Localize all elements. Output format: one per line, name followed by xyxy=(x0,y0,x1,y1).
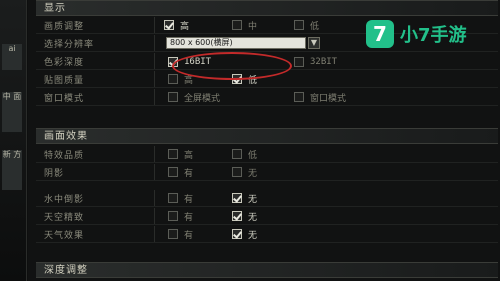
option-on[interactable]: 有 xyxy=(168,192,194,205)
row-label: 阴影 xyxy=(44,169,65,179)
option-on[interactable]: 有 xyxy=(168,210,194,223)
sidebar-fragment: 中 面 xyxy=(2,92,22,132)
checkbox-checked[interactable] xyxy=(164,20,174,30)
option-label: 全屏模式 xyxy=(184,93,221,104)
row-label: 水中倒影 xyxy=(44,195,85,205)
watermark-logo: 7 小7手游 xyxy=(366,18,494,50)
option-on[interactable]: 有 xyxy=(168,228,194,241)
option-off[interactable]: 无 xyxy=(232,228,258,241)
row-label: 特效品质 xyxy=(44,151,85,161)
option-32bit[interactable]: 32BIT xyxy=(294,56,337,68)
row-label: 选择分辨率 xyxy=(44,40,95,50)
option-label: 无 xyxy=(248,168,258,179)
checkbox[interactable] xyxy=(168,229,178,239)
row-label: 贴图质量 xyxy=(44,76,85,86)
row-label: 天气效果 xyxy=(44,231,85,241)
option-label: 低 xyxy=(310,21,320,32)
checkbox[interactable] xyxy=(232,149,242,159)
option-on[interactable]: 有 xyxy=(168,166,194,179)
option-label: 无 xyxy=(248,194,258,205)
logo-text: 小7手游 xyxy=(400,25,467,46)
checkbox-checked[interactable] xyxy=(232,193,242,203)
option-label: 有 xyxy=(184,194,194,205)
option-off[interactable]: 无 xyxy=(232,210,258,223)
checkbox[interactable] xyxy=(168,92,178,102)
option-high[interactable]: 高 xyxy=(168,148,194,161)
option-label: 有 xyxy=(184,230,194,241)
checkbox[interactable] xyxy=(232,20,242,30)
row-window-mode: 窗口模式 全屏模式 窗口模式 xyxy=(36,89,498,106)
sidebar-fragment: 新 方 xyxy=(2,150,22,190)
row-label: 天空精致 xyxy=(44,213,85,223)
resolution-select[interactable]: 800 x 600(横屏) xyxy=(166,37,306,49)
option-medium[interactable]: 中 xyxy=(232,19,258,32)
row-shadow: 阴影 有 无 xyxy=(36,164,498,181)
checkbox[interactable] xyxy=(294,57,304,67)
checkbox[interactable] xyxy=(294,92,304,102)
row-label: 窗口模式 xyxy=(44,94,85,104)
option-label: 高 xyxy=(180,21,190,32)
option-label: 无 xyxy=(248,212,258,223)
option-windowed[interactable]: 窗口模式 xyxy=(294,91,347,104)
section-depth-title: 深度调整 xyxy=(36,262,498,278)
checkbox[interactable] xyxy=(168,193,178,203)
option-low[interactable]: 低 xyxy=(232,148,258,161)
section-display-title: 显示 xyxy=(36,0,498,16)
checkbox[interactable] xyxy=(168,74,178,84)
sidebar-fragment: ai xyxy=(2,44,22,70)
checkbox[interactable] xyxy=(232,167,242,177)
row-sky-detail: 天空精致 有 无 xyxy=(36,208,498,225)
row-water-reflection: 水中倒影 有 无 xyxy=(36,190,498,207)
option-fullscreen[interactable]: 全屏模式 xyxy=(168,91,221,104)
checkbox-checked[interactable] xyxy=(232,229,242,239)
option-low[interactable]: 低 xyxy=(294,19,320,32)
row-label: 色彩深度 xyxy=(44,58,85,68)
checkbox[interactable] xyxy=(168,149,178,159)
option-label: 低 xyxy=(248,150,258,161)
logo-mark: 7 xyxy=(366,20,394,48)
checkbox-checked[interactable] xyxy=(232,211,242,221)
highlight-circle xyxy=(172,52,292,80)
option-label: 无 xyxy=(248,230,258,241)
option-high[interactable]: 高 xyxy=(164,19,190,32)
row-weather: 天气效果 有 无 xyxy=(36,226,498,243)
section-effects-title: 画面效果 xyxy=(36,128,498,144)
option-off[interactable]: 无 xyxy=(232,166,258,179)
option-label: 有 xyxy=(184,168,194,179)
chevron-down-icon[interactable]: ▼ xyxy=(308,37,320,49)
option-off[interactable]: 无 xyxy=(232,192,258,205)
row-effect-quality: 特效品质 高 低 xyxy=(36,146,498,163)
checkbox[interactable] xyxy=(168,211,178,221)
option-label: 窗口模式 xyxy=(310,93,347,104)
option-label: 有 xyxy=(184,212,194,223)
option-label: 32BIT xyxy=(310,57,338,67)
row-label: 画质调整 xyxy=(44,22,85,32)
checkbox[interactable] xyxy=(168,167,178,177)
checkbox[interactable] xyxy=(294,20,304,30)
option-label: 高 xyxy=(184,150,194,161)
left-sidebar-strip: ai 中 面 新 方 xyxy=(0,0,27,281)
option-label: 中 xyxy=(248,21,258,32)
